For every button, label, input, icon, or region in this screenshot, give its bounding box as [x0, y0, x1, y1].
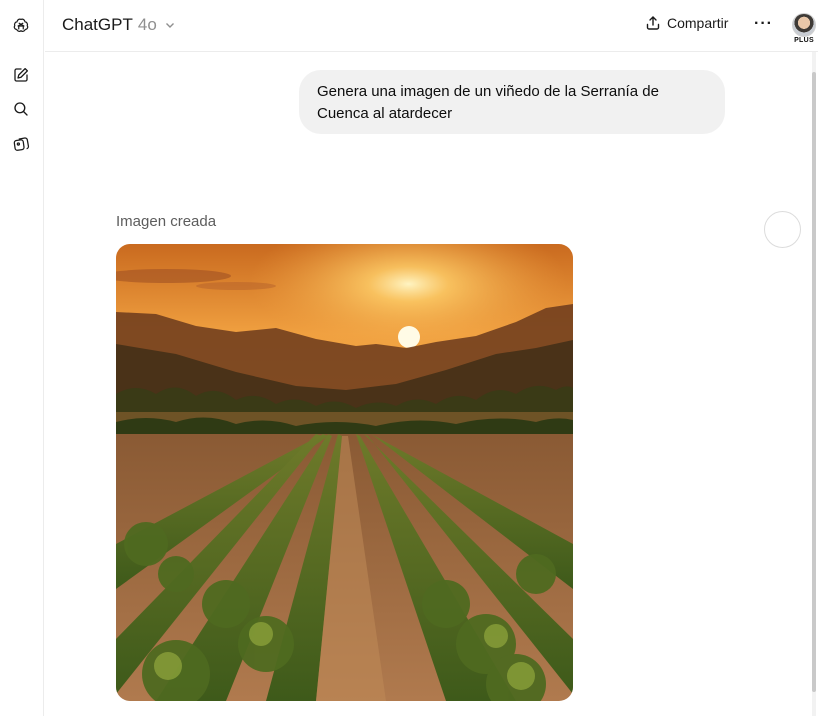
plan-badge: PLUS [794, 37, 814, 44]
more-options-button[interactable]: ··· [754, 16, 773, 32]
scrollbar-thumb[interactable] [812, 72, 816, 692]
vineyard-sunset-image [116, 244, 573, 701]
generated-image[interactable] [116, 244, 573, 701]
scrollbar[interactable] [812, 52, 816, 716]
sidebar-rail [0, 0, 44, 716]
top-header: ChatGPT 4o Compartir ··· PLUS [45, 0, 818, 52]
user-message: Genera una imagen de un viñedo de la Ser… [299, 70, 725, 134]
model-selector[interactable]: ChatGPT 4o [62, 15, 176, 35]
image-created-label: Imagen creada [116, 213, 217, 230]
search-icon[interactable] [10, 98, 32, 120]
share-label: Compartir [667, 15, 729, 31]
chevron-down-icon [165, 23, 174, 28]
share-button[interactable]: Compartir [645, 15, 728, 31]
model-name: ChatGPT [62, 15, 133, 34]
openai-logo-icon[interactable] [10, 15, 32, 37]
account-menu[interactable]: PLUS [790, 13, 818, 49]
chat-app: ChatGPT 4o Compartir ··· PLUS Genera una… [0, 0, 818, 716]
new-chat-icon[interactable] [10, 64, 32, 86]
library-icon[interactable] [10, 133, 32, 155]
model-version: 4o [137, 15, 157, 34]
avatar [792, 13, 816, 37]
share-icon [646, 16, 660, 30]
scroll-down-button[interactable] [764, 211, 801, 248]
